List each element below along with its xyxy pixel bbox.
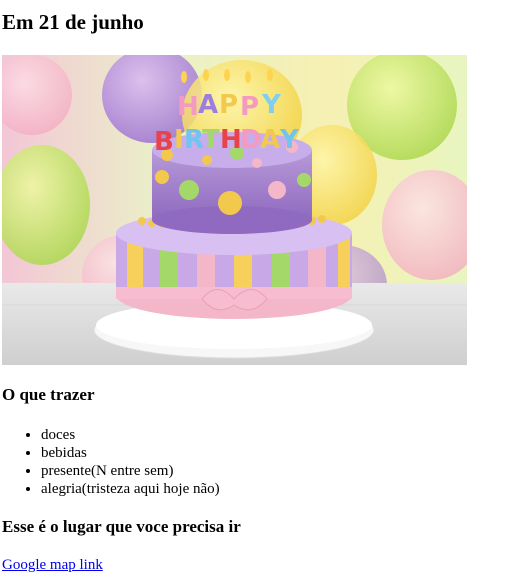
- svg-text:I: I: [174, 125, 184, 155]
- list-item: presente(N entre sem): [41, 462, 220, 480]
- place-section-title: Esse é o lugar que voce precisa ir: [2, 517, 241, 536]
- birthday-cake-image: H A P P Y B I R T H D A Y: [2, 55, 467, 365]
- svg-text:Y: Y: [261, 90, 282, 120]
- page: Em 21 de junho H A P P Y B I R T H D A Y…: [2, 0, 508, 573]
- bring-list: doces bebidas presente(N entre sem) aleg…: [2, 426, 220, 498]
- list-item: alegria(tristeza aqui hoje não): [41, 480, 220, 498]
- svg-text:P: P: [240, 92, 259, 122]
- page-title: Em 21 de junho: [2, 10, 144, 34]
- google-map-link[interactable]: Google map link: [2, 556, 103, 574]
- svg-text:H: H: [220, 125, 242, 155]
- svg-text:D: D: [240, 125, 262, 155]
- svg-text:A: A: [260, 125, 280, 155]
- svg-text:H: H: [177, 92, 199, 122]
- svg-text:T: T: [202, 125, 220, 155]
- svg-text:Y: Y: [279, 125, 300, 155]
- svg-text:B: B: [154, 127, 174, 157]
- bring-section-title: O que trazer: [2, 385, 95, 404]
- list-item: bebidas: [41, 444, 220, 462]
- svg-text:P: P: [219, 90, 238, 120]
- svg-text:A: A: [198, 90, 218, 120]
- list-item: doces: [41, 426, 220, 444]
